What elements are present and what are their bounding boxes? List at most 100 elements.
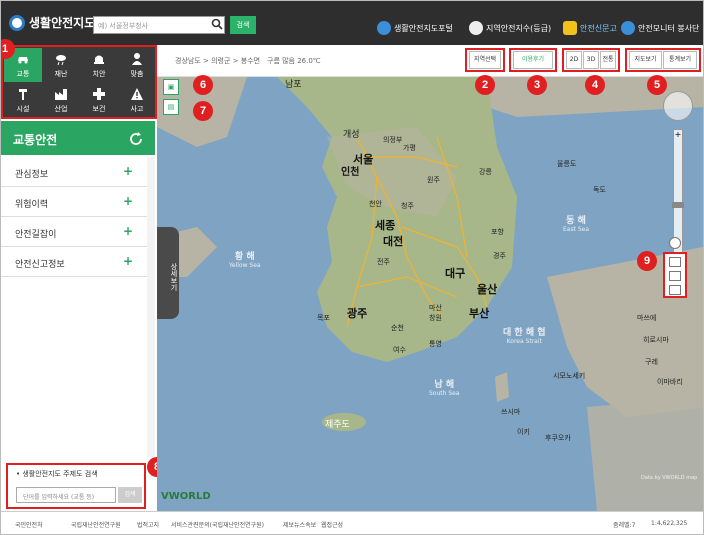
place-label: 창원 bbox=[429, 314, 442, 322]
portal-link[interactable]: 생활안전지도포털 bbox=[377, 21, 453, 35]
portal-link-label: 생활안전지도포털 bbox=[394, 23, 453, 33]
compass-icon[interactable] bbox=[663, 91, 693, 121]
place-label: 순천 bbox=[391, 324, 404, 332]
place-label: 울릉도 bbox=[557, 160, 577, 168]
place-label: 통영 bbox=[429, 340, 442, 348]
detail-view-handle[interactable]: 상세보기 bbox=[157, 227, 179, 319]
menu-item-risk-history[interactable]: 위험이력 + bbox=[1, 187, 147, 217]
menu-item-safety-report[interactable]: 안전신고정보 + bbox=[1, 247, 147, 277]
place-label: 이마바리 bbox=[657, 378, 683, 386]
map-view-button[interactable]: 지도보기 bbox=[629, 51, 662, 69]
place-label: 쓰시마 bbox=[501, 408, 521, 416]
place-label: 구레 bbox=[645, 358, 658, 366]
search-input[interactable]: 예) 서울정부청사 bbox=[93, 16, 225, 34]
place-label: 목포 bbox=[317, 314, 330, 322]
expand-plus-icon[interactable]: + bbox=[123, 164, 133, 178]
place-label: 후쿠오카 bbox=[545, 434, 571, 442]
category-panel: 교통 재난 치안 맞춤 시설 산업 보건 사고 bbox=[1, 45, 157, 119]
expand-plus-icon[interactable]: + bbox=[123, 254, 133, 268]
city-label[interactable]: 광주 bbox=[347, 305, 367, 321]
sea-label-east: 동 해 East Sea bbox=[563, 216, 590, 233]
legend-tool-button[interactable]: ▤ bbox=[163, 99, 179, 115]
layer-tool-button[interactable]: ▣ bbox=[163, 79, 179, 95]
city-label[interactable]: 인천 bbox=[341, 163, 359, 178]
rotate-icon[interactable] bbox=[669, 237, 681, 249]
search-icon[interactable] bbox=[211, 18, 223, 30]
sea-label-south: 남 해 South Sea bbox=[429, 380, 460, 397]
volunteer-icon bbox=[621, 21, 635, 35]
theme-search-box: • 생활안전지도 주제도 검색 단어를 입력하세요 (교통 등) 검색 bbox=[6, 463, 146, 509]
sidebar-scrollbar[interactable] bbox=[147, 157, 155, 457]
city-label[interactable]: 부산 bbox=[469, 305, 489, 321]
city-label[interactable]: 대전 bbox=[383, 233, 403, 249]
footer-contact-link[interactable]: 서비스관련문의(국립재난안전연구원) bbox=[171, 520, 264, 529]
map-attribution: Data by VWORLD map bbox=[641, 475, 698, 481]
search-button[interactable]: 검색 bbox=[230, 16, 256, 34]
refresh-icon[interactable] bbox=[128, 131, 144, 147]
map-terrain bbox=[157, 77, 703, 511]
footer-news-link[interactable]: 제보뉴스속보 bbox=[283, 520, 316, 529]
safety-index-icon bbox=[469, 21, 483, 35]
view-3d-button[interactable]: 3D bbox=[583, 51, 599, 69]
category-industry[interactable]: 산업 bbox=[42, 83, 80, 117]
view-2d-button[interactable]: 2D bbox=[566, 51, 582, 69]
top-header: 생활안전지도 예) 서울정부청사 검색 생활안전지도포털 지역안전지수(등급) … bbox=[1, 1, 703, 45]
site-logo[interactable]: 생활안전지도 bbox=[9, 14, 95, 31]
callout-badge-6: 6 bbox=[193, 75, 213, 95]
scale-readout: 1:4,622,325 bbox=[651, 520, 688, 527]
category-custom[interactable]: 맞춤 bbox=[118, 48, 156, 82]
callout-badge-3: 3 bbox=[527, 75, 547, 95]
logo-emblem-icon bbox=[9, 14, 25, 31]
place-label: 이키 bbox=[517, 428, 530, 436]
place-label: 포항 bbox=[491, 228, 504, 236]
print-icon[interactable] bbox=[669, 285, 681, 295]
place-label: 히로시마 bbox=[643, 336, 669, 344]
place-label: 청주 bbox=[401, 202, 414, 210]
expand-plus-icon[interactable]: + bbox=[123, 224, 133, 238]
footer-org-1[interactable]: 국민안전처 bbox=[15, 520, 43, 529]
map-canvas[interactable]: 황 해 Yellow Sea 동 해 East Sea 남 해 South Sea 대… bbox=[157, 77, 703, 511]
breadcrumb[interactable]: 경상남도 > 의령군 > 봉수면 bbox=[175, 56, 260, 66]
sea-label-yellow: 황 해 Yellow Sea bbox=[229, 252, 261, 269]
footer-org-2[interactable]: 국립재난안전연구원 bbox=[71, 520, 121, 529]
place-label: 마쓰에 bbox=[637, 314, 657, 322]
map-tools-group bbox=[663, 252, 687, 298]
zoom-level-readout: 줌레벨:7 bbox=[613, 522, 636, 529]
city-label[interactable]: 울산 bbox=[477, 281, 497, 297]
stats-view-button[interactable]: 통계보기 bbox=[663, 51, 697, 69]
review-button[interactable]: 이용후기 bbox=[513, 51, 553, 69]
place-label: 천안 bbox=[369, 200, 382, 208]
expand-plus-icon[interactable]: + bbox=[123, 194, 133, 208]
city-label[interactable]: 대구 bbox=[445, 265, 465, 281]
monitor-volunteer-link[interactable]: 안전모니터 봉사단 bbox=[621, 21, 699, 35]
category-accident[interactable]: 사고 bbox=[118, 83, 156, 117]
zoom-in-icon[interactable]: + bbox=[673, 130, 683, 140]
weather-status: 구름 많음 26.0℃ bbox=[267, 57, 321, 65]
menu-item-interest[interactable]: 관심정보 + bbox=[1, 157, 147, 187]
factory-icon bbox=[55, 88, 67, 100]
measure-area-icon[interactable] bbox=[669, 271, 681, 281]
safety-index-link[interactable]: 지역안전지수(등급) bbox=[469, 21, 551, 35]
sea-label-strait: 대 한 해 협 Korea Strait bbox=[503, 328, 546, 345]
footer-legal-link[interactable]: 법적고지 bbox=[137, 520, 159, 529]
place-label: 독도 bbox=[593, 186, 606, 194]
monitor-volunteer-label: 안전모니터 봉사단 bbox=[638, 23, 700, 33]
theme-search-button[interactable]: 검색 bbox=[118, 487, 142, 503]
measure-distance-icon[interactable] bbox=[669, 257, 681, 267]
place-label: 개성 bbox=[343, 130, 360, 140]
city-label[interactable]: 세종 bbox=[375, 217, 395, 233]
vworld-logo: VWORLD bbox=[161, 491, 211, 502]
theme-search-title: • 생활안전지도 주제도 검색 bbox=[16, 470, 98, 478]
category-facility[interactable]: 시설 bbox=[4, 83, 42, 117]
category-disaster[interactable]: 재난 bbox=[42, 48, 80, 82]
theme-search-input[interactable]: 단어를 입력하세요 (교통 등) bbox=[16, 487, 116, 503]
view-extra-button[interactable]: 전통 bbox=[600, 51, 616, 69]
category-health[interactable]: 보건 bbox=[80, 83, 118, 117]
category-police[interactable]: 치안 bbox=[80, 48, 118, 82]
callout-badge-5: 5 bbox=[647, 75, 667, 95]
menu-item-safety-guide[interactable]: 안전길잡이 + bbox=[1, 217, 147, 247]
safety-index-label: 지역안전지수(등급) bbox=[486, 23, 552, 33]
safety-report-link[interactable]: 안전신문고 bbox=[563, 21, 617, 35]
zoom-thumb[interactable] bbox=[672, 202, 684, 208]
region-select-button[interactable]: 지역선택 bbox=[469, 51, 501, 69]
